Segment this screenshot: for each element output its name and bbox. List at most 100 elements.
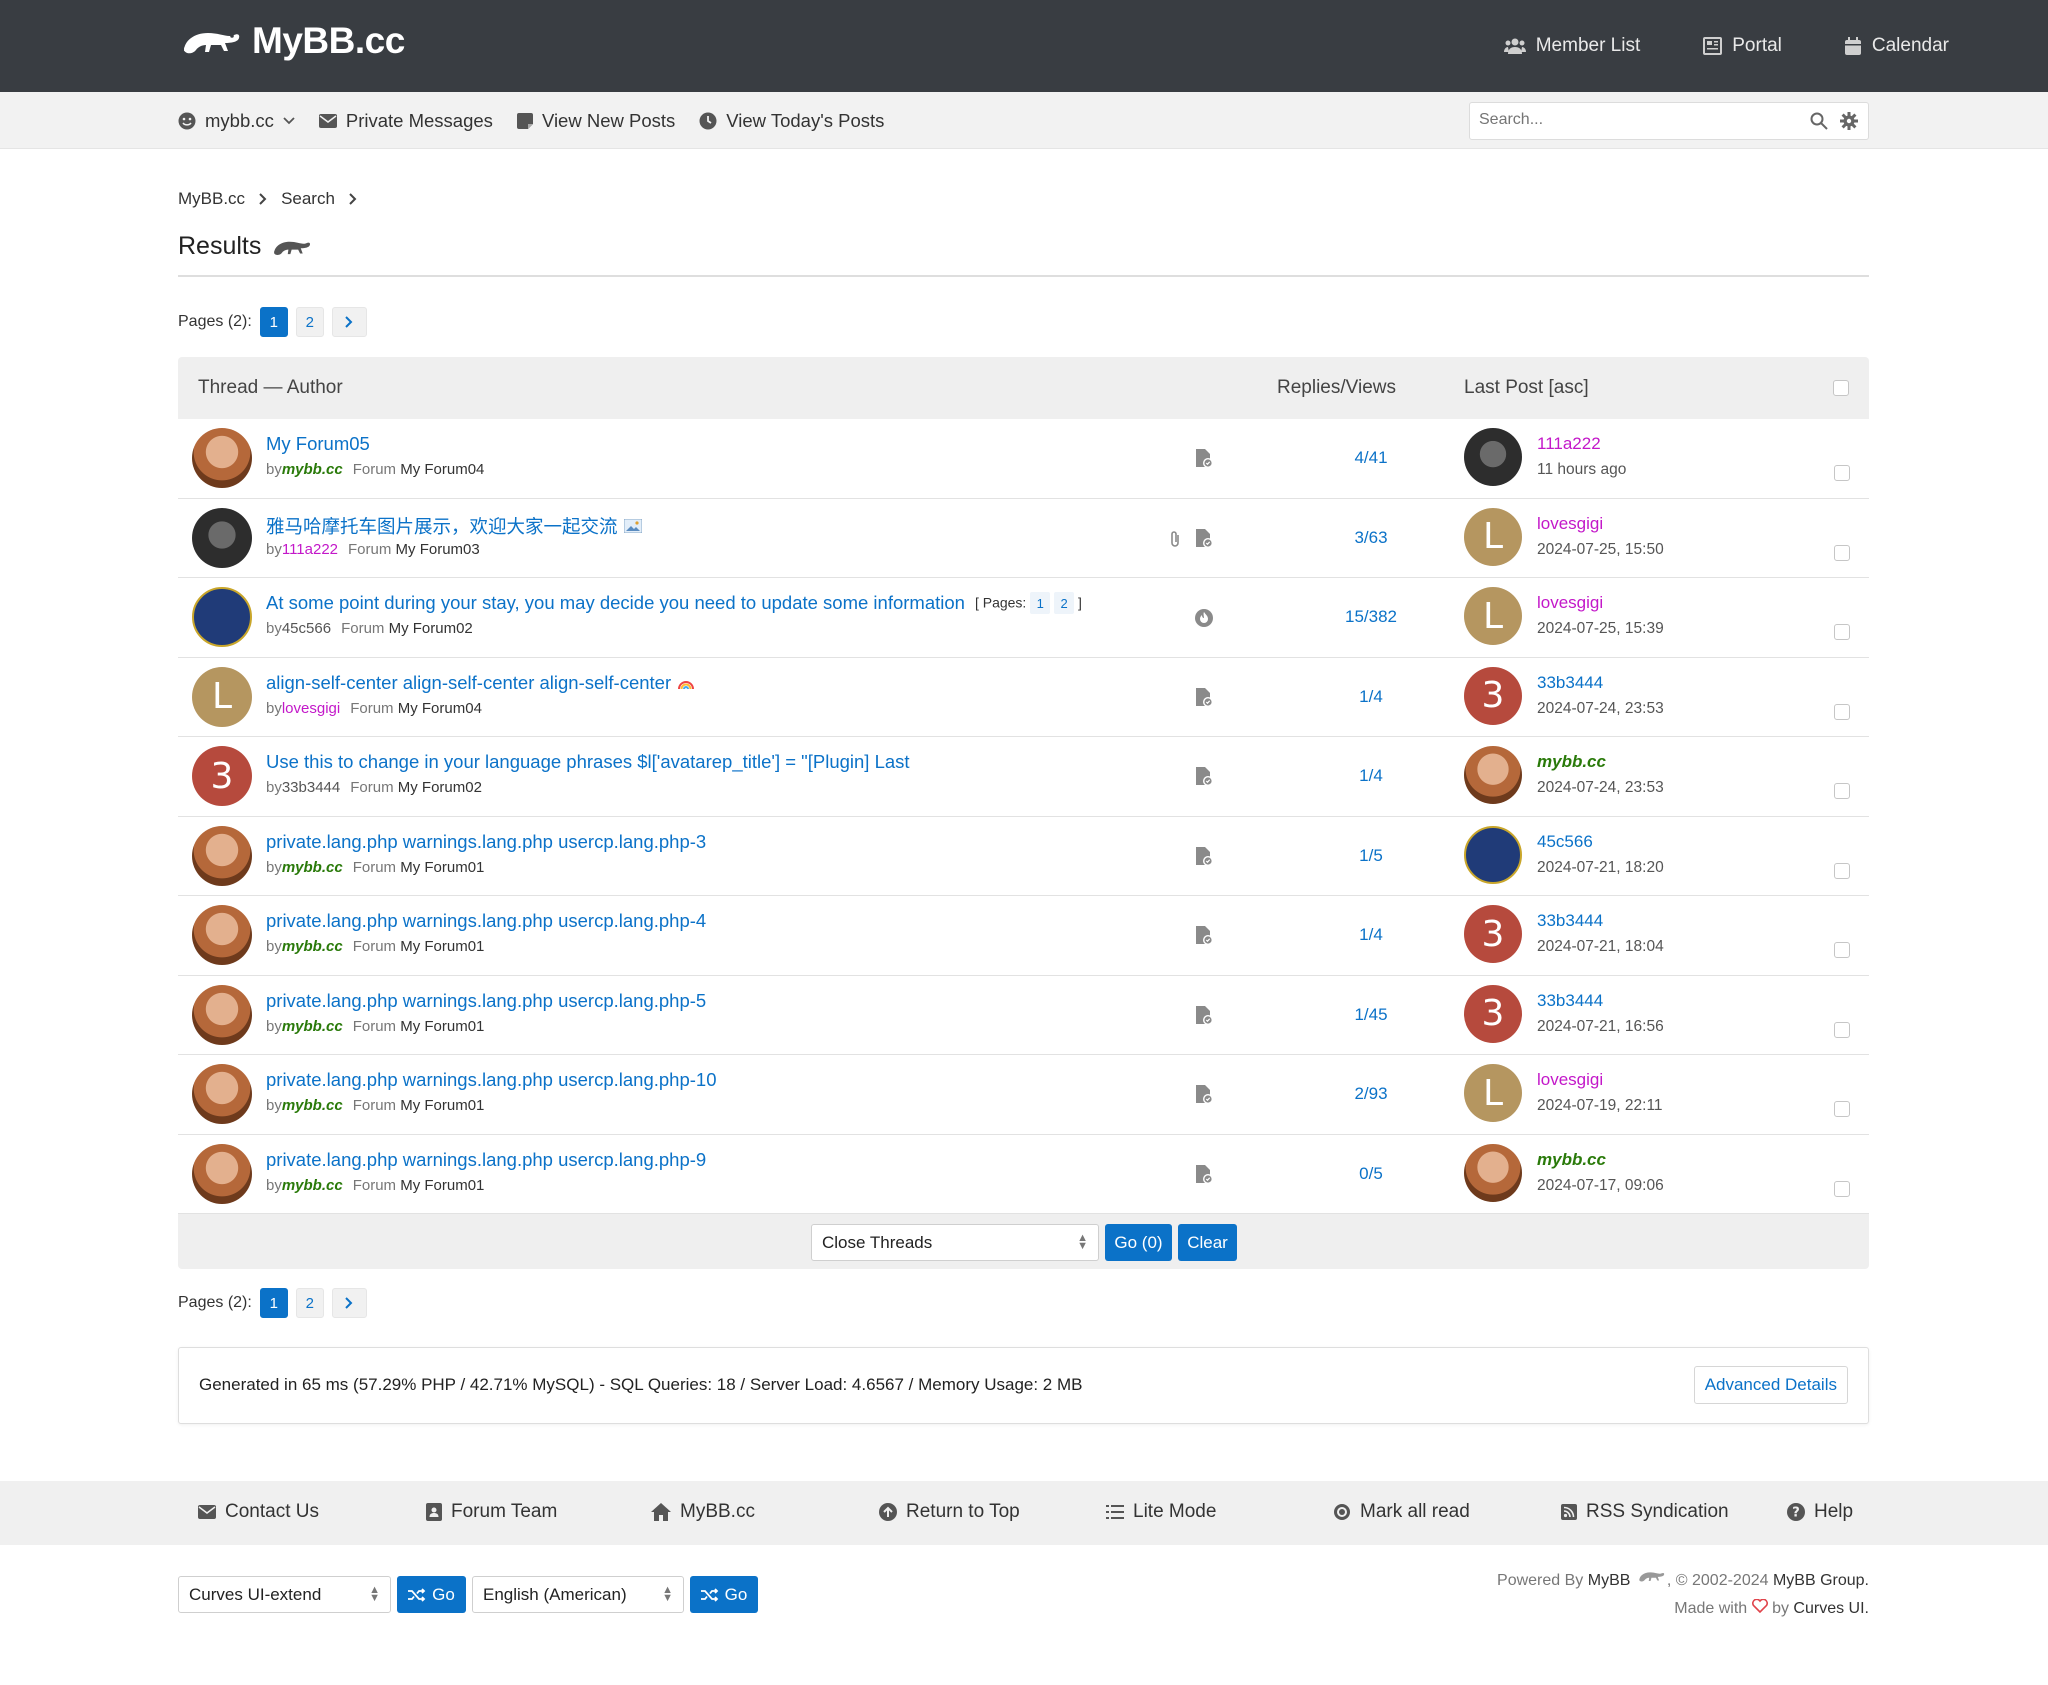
replies-views[interactable]: 2/93 (1301, 1084, 1441, 1104)
theme-select[interactable]: Curves UI-extend ▲ ▼ (178, 1576, 391, 1613)
user-menu[interactable]: mybb.cc (178, 110, 295, 132)
last-poster-avatar[interactable]: L (1464, 1064, 1522, 1122)
last-post-date[interactable]: 2024-07-24, 23:53 (1537, 779, 1664, 797)
select-all-checkbox[interactable] (1833, 380, 1849, 396)
last-post-date[interactable]: 2024-07-21, 16:56 (1537, 1018, 1664, 1036)
thread-page-1[interactable]: 1 (1030, 592, 1051, 614)
last-post-date[interactable]: 2024-07-17, 09:06 (1537, 1177, 1664, 1195)
footer-rss-syndication[interactable]: RSS Syndication (1561, 1501, 1729, 1523)
header-thread[interactable]: Thread — Author (198, 377, 343, 399)
replies-views[interactable]: 0/5 (1301, 1164, 1441, 1184)
last-post-date[interactable]: 2024-07-25, 15:50 (1537, 541, 1664, 559)
forum-link[interactable]: My Forum01 (400, 859, 484, 876)
footer-lite-mode[interactable]: Lite Mode (1106, 1501, 1216, 1523)
row-select-checkbox[interactable] (1834, 1021, 1850, 1038)
thread-title[interactable]: private.lang.php warnings.lang.php userc… (266, 1149, 706, 1171)
row-select-checkbox[interactable] (1834, 862, 1850, 879)
last-poster-name[interactable]: mybb.cc (1537, 752, 1606, 772)
forum-link[interactable]: My Forum02 (398, 779, 482, 796)
page-2-button[interactable]: 2 (295, 307, 324, 337)
replies-views[interactable]: 15/382 (1301, 607, 1441, 627)
thread-title[interactable]: At some point during your stay, you may … (266, 592, 1082, 614)
row-select-checkbox[interactable] (1834, 942, 1850, 958)
site-logo[interactable]: MyBB.cc (178, 20, 405, 62)
last-poster-name[interactable]: 45c566 (1537, 832, 1593, 852)
last-poster-avatar[interactable]: L (1464, 587, 1522, 645)
author-avatar[interactable]: L (192, 666, 252, 727)
forum-link[interactable]: My Forum01 (400, 938, 484, 955)
moderation-select[interactable]: Close Threads ▲ ▼ (811, 1224, 1099, 1261)
view-todays-posts-link[interactable]: View Today's Posts (699, 110, 884, 132)
last-post-date[interactable]: 2024-07-25, 15:39 (1537, 620, 1664, 638)
search-input[interactable] (1479, 111, 1779, 129)
last-post-date[interactable]: 2024-07-21, 18:04 (1537, 938, 1664, 956)
footer-mark-all-read[interactable]: Mark all read (1333, 1501, 1470, 1523)
thread-title[interactable]: private.lang.php warnings.lang.php userc… (266, 1069, 716, 1091)
row-select-checkbox[interactable] (1834, 544, 1850, 561)
last-poster-avatar[interactable] (1464, 428, 1522, 486)
author-avatar[interactable] (192, 587, 252, 647)
footer-mybb-home[interactable]: MyBB.cc (651, 1501, 755, 1523)
row-select-checkbox[interactable] (1834, 1101, 1850, 1117)
last-poster-avatar[interactable] (1464, 746, 1522, 804)
last-poster-avatar[interactable]: L (1464, 507, 1522, 566)
thread-author[interactable]: 111a222 (282, 541, 338, 558)
gear-icon[interactable] (1840, 112, 1858, 130)
last-poster-avatar[interactable] (1464, 1143, 1522, 1202)
thread-author[interactable]: mybb.cc (282, 938, 343, 955)
language-select[interactable]: English (American) ▲ ▼ (472, 1576, 684, 1613)
last-poster-name[interactable]: 111a222 (1537, 434, 1601, 454)
last-poster-name[interactable]: 33b3444 (1537, 991, 1603, 1011)
last-poster-name[interactable]: 33b3444 (1537, 911, 1603, 931)
language-go-button[interactable]: Go (690, 1576, 758, 1613)
curves-ui-link[interactable]: Curves UI. (1793, 1600, 1869, 1617)
replies-views[interactable]: 1/45 (1301, 1005, 1441, 1025)
thread-title[interactable]: private.lang.php warnings.lang.php userc… (266, 831, 706, 853)
last-poster-avatar[interactable]: 3 (1464, 905, 1522, 963)
last-poster-name[interactable]: lovesgigi (1537, 514, 1603, 534)
thread-title[interactable]: My Forum05 (266, 433, 370, 455)
header-replies-views[interactable]: Replies/Views (1277, 377, 1396, 399)
theme-go-button[interactable]: Go (397, 1576, 466, 1613)
breadcrumb-search[interactable]: Search (281, 189, 335, 209)
private-messages-link[interactable]: Private Messages (318, 110, 493, 132)
view-new-posts-link[interactable]: View New Posts (516, 110, 675, 132)
go-button[interactable]: Go (0) (1105, 1224, 1172, 1261)
last-post-date[interactable]: 2024-07-19, 22:11 (1537, 1097, 1663, 1115)
clear-button[interactable]: Clear (1178, 1224, 1237, 1261)
last-poster-avatar[interactable] (1464, 825, 1522, 884)
thread-author[interactable]: 45c566 (282, 620, 331, 637)
replies-views[interactable]: 3/63 (1301, 528, 1441, 548)
page-1-button[interactable]: 1 (259, 1288, 288, 1318)
forum-link[interactable]: My Forum01 (400, 1018, 484, 1035)
forum-link[interactable]: My Forum01 (400, 1097, 484, 1114)
footer-forum-team[interactable]: Forum Team (426, 1501, 557, 1523)
thread-title[interactable]: Use this to change in your language phra… (266, 751, 910, 773)
author-avatar[interactable] (192, 984, 252, 1045)
row-select-checkbox[interactable] (1834, 624, 1850, 640)
row-select-checkbox[interactable] (1834, 783, 1850, 799)
author-avatar[interactable] (192, 507, 252, 568)
row-select-checkbox[interactable] (1834, 703, 1850, 720)
page-2-button[interactable]: 2 (295, 1288, 324, 1318)
search-icon[interactable] (1810, 112, 1828, 130)
thread-author[interactable]: mybb.cc (282, 1018, 343, 1035)
author-avatar[interactable] (192, 905, 252, 965)
last-poster-avatar[interactable]: 3 (1464, 666, 1522, 725)
next-page-button[interactable] (331, 307, 367, 337)
thread-title[interactable]: private.lang.php warnings.lang.php userc… (266, 910, 706, 932)
forum-link[interactable]: My Forum01 (400, 1177, 484, 1194)
replies-views[interactable]: 1/4 (1301, 766, 1441, 786)
thread-author[interactable]: mybb.cc (282, 1177, 343, 1194)
thread-author[interactable]: mybb.cc (282, 859, 343, 876)
author-avatar[interactable] (192, 1064, 252, 1124)
author-avatar[interactable] (192, 428, 252, 488)
mybb-link[interactable]: MyBB (1588, 1572, 1631, 1589)
thread-author[interactable]: lovesgigi (282, 700, 340, 717)
last-poster-name[interactable]: mybb.cc (1537, 1150, 1606, 1170)
last-poster-name[interactable]: lovesgigi (1537, 593, 1603, 613)
footer-return-to-top[interactable]: Return to Top (879, 1501, 1020, 1523)
replies-views[interactable]: 1/4 (1301, 925, 1441, 945)
last-post-date[interactable]: 11 hours ago (1537, 461, 1626, 479)
replies-views[interactable]: 1/5 (1301, 846, 1441, 866)
